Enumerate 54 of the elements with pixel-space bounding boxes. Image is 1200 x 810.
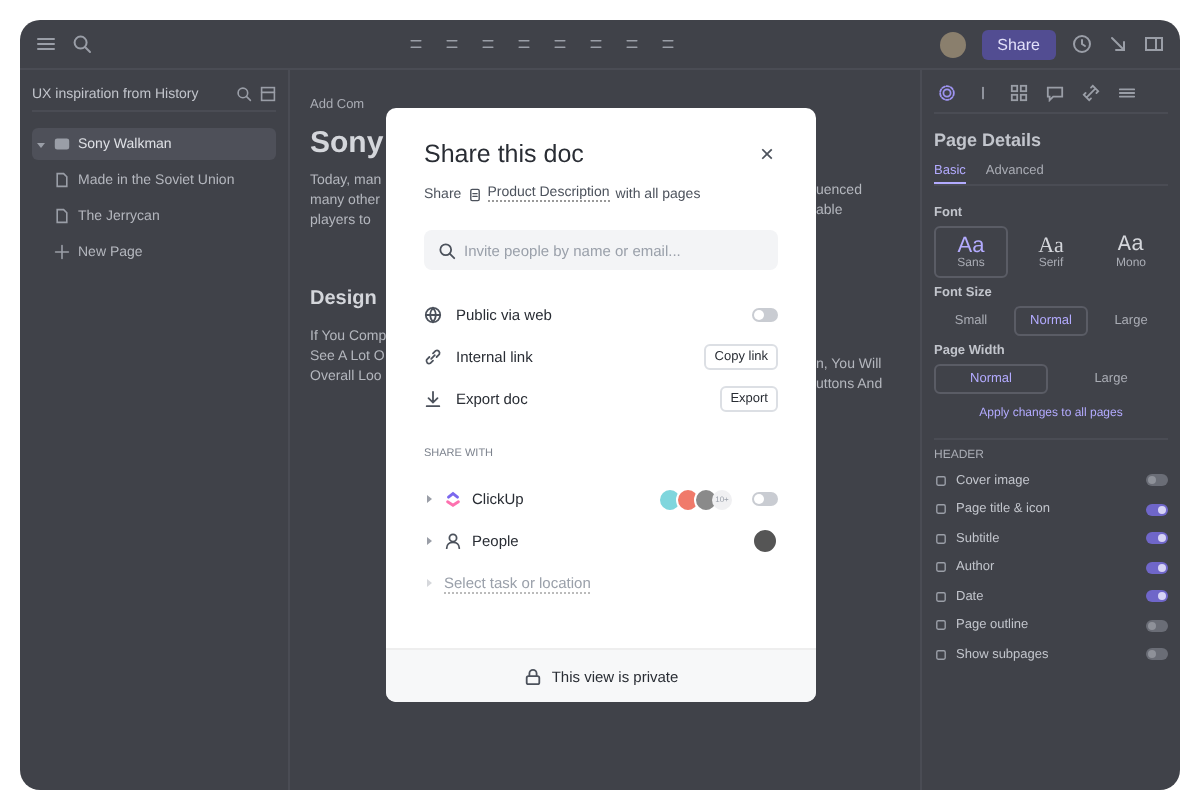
caret-icon — [36, 139, 46, 149]
document-icon — [467, 187, 482, 201]
toggle-switch[interactable] — [1146, 648, 1168, 661]
toolbar-icon — [552, 36, 568, 52]
avatar-icon — [676, 487, 700, 511]
toolbar-icon — [444, 36, 460, 52]
search-icon — [236, 86, 252, 102]
search-icon — [438, 241, 456, 259]
grid-icon — [1010, 84, 1028, 102]
comment-icon — [1046, 84, 1064, 102]
list-icon — [1118, 84, 1136, 102]
avatar-icon — [658, 487, 682, 511]
close-button[interactable]: × — [755, 140, 778, 168]
caret-icon — [424, 494, 434, 504]
gear-icon — [938, 84, 956, 102]
globe-icon — [424, 306, 442, 324]
toolbar-icon — [588, 36, 604, 52]
arrow-icon — [1108, 34, 1128, 54]
download-icon — [424, 390, 442, 408]
document-title: Sony — [310, 126, 386, 160]
layout-icon — [1144, 34, 1164, 54]
plus-icon — [54, 244, 70, 260]
person-icon — [444, 532, 462, 550]
toolbar-icon — [660, 36, 676, 52]
menu-icon — [36, 34, 56, 54]
section-heading: Design — [310, 288, 379, 314]
toggle-switch[interactable] — [752, 492, 778, 506]
toggle-switch[interactable] — [1146, 561, 1168, 574]
toggle-switch[interactable] — [1146, 619, 1168, 632]
toggle-switch[interactable] — [1146, 474, 1168, 487]
caret-icon — [424, 578, 434, 588]
panel-title: Page Details — [934, 130, 1044, 150]
toolbar-icon — [624, 36, 640, 52]
document-icon — [54, 172, 70, 188]
share-button[interactable]: Share — [981, 29, 1056, 59]
dialog-title: Share this doc — [424, 140, 584, 168]
document-icon — [54, 208, 70, 224]
avatar-icon — [752, 528, 778, 554]
avatar-icon — [694, 487, 718, 511]
toggle-switch[interactable] — [1146, 503, 1168, 516]
clock-icon — [1072, 34, 1092, 54]
search-icon — [72, 34, 92, 54]
user-avatar[interactable] — [939, 31, 966, 57]
caret-icon — [424, 536, 434, 546]
toolbar-icon — [480, 36, 496, 52]
walkman-icon — [54, 136, 70, 152]
panel-icon — [260, 86, 276, 102]
toolbar-icon — [516, 36, 532, 52]
toggle-switch[interactable] — [1146, 590, 1168, 603]
lock-icon — [523, 667, 542, 685]
toggle-switch[interactable] — [752, 308, 778, 322]
toggle-switch[interactable] — [1146, 532, 1168, 545]
toolbar-icon — [408, 36, 424, 52]
logo-icon — [444, 490, 462, 508]
